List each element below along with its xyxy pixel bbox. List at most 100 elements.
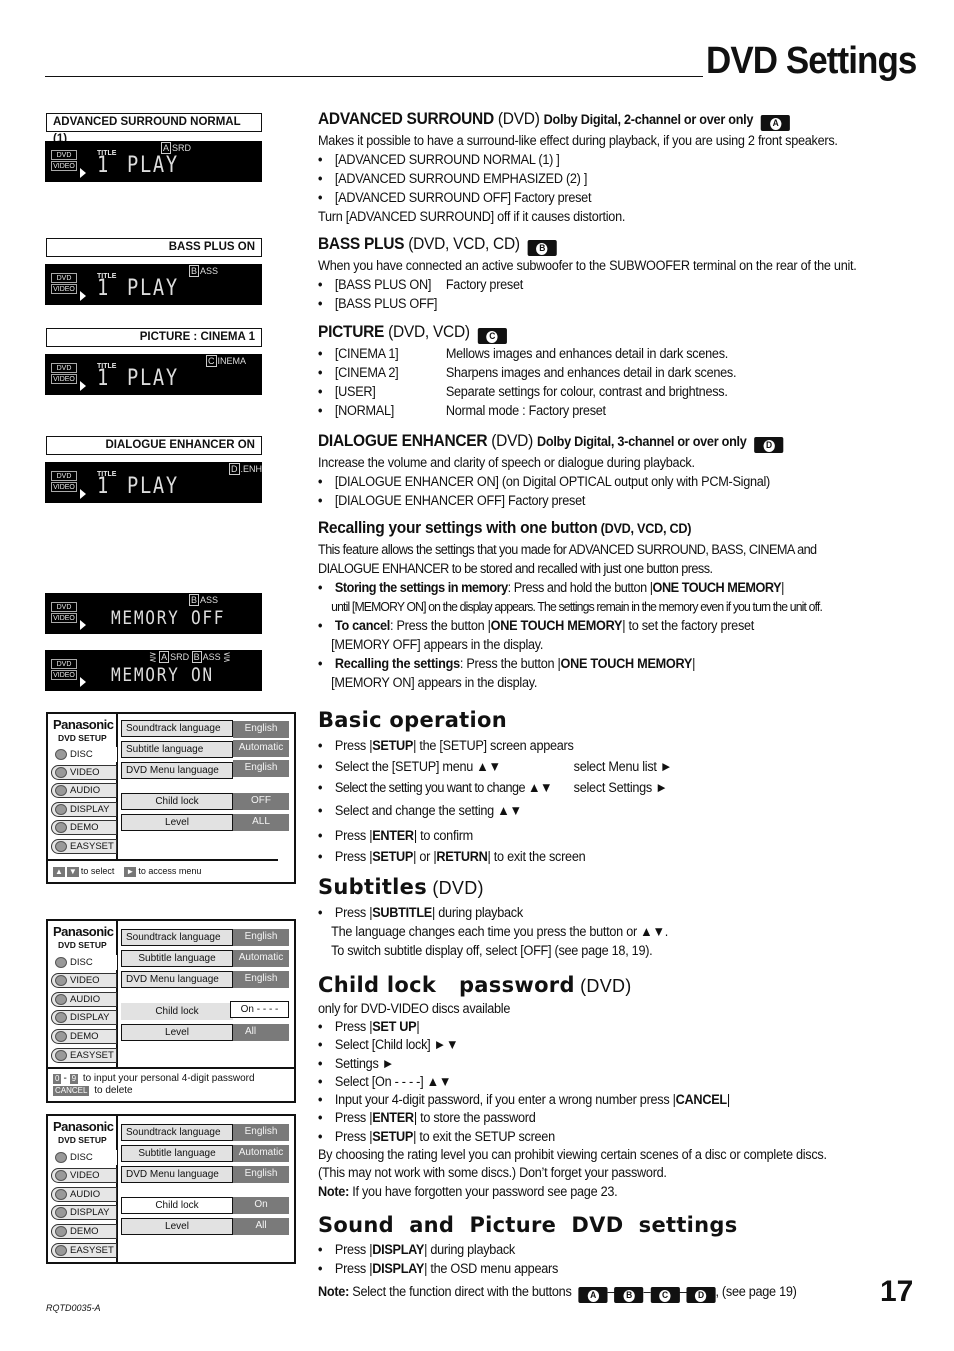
row-level-label[interactable]: Level <box>121 1218 233 1235</box>
heading-subtitles: Subtitles (DVD) <box>318 874 928 901</box>
row-soundtrack-value[interactable]: English <box>233 1124 289 1141</box>
menu-label: DEMO <box>70 1031 99 1042</box>
row-level-label[interactable]: Level <box>121 1024 233 1041</box>
menu-item-display[interactable]: DISPLAY <box>51 1010 117 1025</box>
row-subtitle-label[interactable]: Subtitle language <box>121 950 233 967</box>
row-child-lock-label[interactable]: Child lock <box>121 1003 233 1020</box>
row-level-value[interactable]: All <box>233 1024 289 1041</box>
bass-indicator-text: ASS <box>200 595 219 605</box>
item-button: ONE TOUCH MEMORY <box>560 656 693 671</box>
heading-text: ADVANCED SURROUND <box>318 110 494 128</box>
track-number: 1 <box>97 153 110 178</box>
badge-letter: D <box>695 1290 707 1302</box>
row-subtitle-label[interactable]: Subtitle language <box>121 741 233 758</box>
menu-item-disc[interactable]: DISC <box>51 955 117 970</box>
row-child-lock-value[interactable]: On <box>233 1197 289 1214</box>
menu-item-video[interactable]: VIDEO <box>51 1168 117 1183</box>
menu-item-easyset[interactable]: EASYSET <box>51 839 117 854</box>
section-advanced-surround: ADVANCED SURROUND (DVD) Dolby Digital, 2… <box>318 108 928 226</box>
row-level-label[interactable]: Level <box>121 814 233 831</box>
recall-description-1: This feature allows the settings that yo… <box>318 542 817 557</box>
item-pre: Input your 4-digit password, if you ente… <box>334 1092 676 1108</box>
row-level-value[interactable]: ALL <box>233 814 289 831</box>
button-c-icon: C <box>650 1287 680 1303</box>
badge-letter: A <box>769 118 782 130</box>
menu-item-disc[interactable]: DISC <box>51 1150 117 1165</box>
dvd-video-label: DVD VIDEO <box>51 471 77 493</box>
dvd-video-label: DVD VIDEO <box>51 659 77 681</box>
badge-letter: D <box>763 440 775 452</box>
row-subtitle-value[interactable]: Automatic <box>233 1145 289 1162</box>
child-lock-note: Note: If you have forgotten your passwor… <box>318 1183 891 1201</box>
menu-item-demo[interactable]: DEMO <box>51 820 117 835</box>
row-level-value[interactable]: All <box>233 1218 289 1235</box>
menu-item-easyset[interactable]: EASYSET <box>51 1048 117 1063</box>
menu-item-video[interactable]: VIDEO <box>51 973 117 988</box>
play-text: PLAY <box>127 474 179 499</box>
video-label: VIDEO <box>51 482 77 492</box>
row-child-lock-value[interactable]: OFF <box>233 793 289 810</box>
item-key: ENTER <box>372 828 414 843</box>
item-post: | <box>726 1092 730 1108</box>
heading-sound-picture: Sound and Picture DVD settings <box>318 1213 738 1237</box>
section-bass-plus: BASS PLUS (DVD, VCD, CD) B When you have… <box>318 233 928 313</box>
menu-item-display[interactable]: DISPLAY <box>51 1205 117 1220</box>
row-soundtrack-label[interactable]: Soundtrack language <box>121 720 233 737</box>
row-child-lock-label[interactable]: Child lock <box>121 1197 233 1214</box>
row-soundtrack-value[interactable]: English <box>233 721 289 738</box>
menu-item-disc[interactable]: DISC <box>51 747 117 762</box>
dialogue-indicator-box: D <box>229 463 240 475</box>
row-subtitle-label[interactable]: Subtitle language <box>121 1145 233 1162</box>
heading-scope: (DVD, VCD) <box>384 323 470 341</box>
list-item: Select [Child lock] ►▼ <box>318 1036 891 1055</box>
track-number: 1 <box>97 366 110 391</box>
menu-item-demo[interactable]: DEMO <box>51 1029 117 1044</box>
row-dvd-menu-label[interactable]: DVD Menu language <box>121 762 233 779</box>
item-key: SETUP <box>372 1128 414 1144</box>
row-dvd-menu-value[interactable]: English <box>233 1166 289 1183</box>
row-soundtrack-label[interactable]: Soundtrack language <box>121 929 233 946</box>
menu-item-video[interactable]: VIDEO <box>51 765 117 780</box>
video-icon <box>55 1170 67 1181</box>
item-post: | to confirm <box>413 828 473 843</box>
row-child-lock-label[interactable]: Child lock <box>121 793 233 810</box>
item-pre: Select [Child lock] ►▼ <box>334 1037 459 1053</box>
menu-item-display[interactable]: DISPLAY <box>51 802 117 817</box>
menu-item-audio[interactable]: AUDIO <box>51 1187 117 1202</box>
row-subtitle-value[interactable]: Automatic <box>233 950 289 967</box>
row-child-lock-value[interactable]: On - - - - <box>230 1001 289 1018</box>
item-post: | to store the password <box>413 1110 536 1126</box>
menu-item-easyset[interactable]: EASYSET <box>51 1243 117 1258</box>
cinema-indicator-text: INEMA <box>217 356 247 366</box>
row-subtitle-value[interactable]: Automatic <box>233 740 289 757</box>
row-soundtrack-value[interactable]: English <box>233 929 289 946</box>
row-dvd-menu-value[interactable]: English <box>233 971 289 988</box>
row-dvd-menu-label[interactable]: DVD Menu language <box>121 1166 233 1183</box>
list-item: [ADVANCED SURROUND NORMAL (1) ] <box>318 150 891 169</box>
caption-surround: ADVANCED SURROUND NORMAL (1) <box>46 113 262 145</box>
option-label: [BASS PLUS ON] <box>334 277 432 292</box>
easyset-icon <box>55 841 67 852</box>
footer-hint: ▲ ▼ to select ► to access menu <box>53 865 201 877</box>
menu-item-audio[interactable]: AUDIO <box>51 783 117 798</box>
row-dvd-menu-value[interactable]: English <box>233 760 289 777</box>
list-item: Press |DISPLAY| the OSD menu appears <box>318 1259 891 1278</box>
badge-letter: A <box>587 1290 599 1302</box>
list-item: [DIALOGUE ENHANCER OFF] Factory preset <box>318 491 891 510</box>
track-number: 1 <box>97 276 110 301</box>
lcd-display-dialogue: DVD VIDEO TITLE 1 PLAY D .ENH <box>45 462 262 503</box>
audio-icon <box>55 785 67 796</box>
caption-bass: BASS PLUS ON <box>46 238 262 257</box>
sound-picture-note: Note: Select the function direct with th… <box>318 1282 891 1303</box>
demo-icon <box>55 1226 67 1237</box>
menu-item-audio[interactable]: AUDIO <box>51 992 117 1007</box>
menu-item-demo[interactable]: DEMO <box>51 1224 117 1239</box>
menu-label: DISC <box>70 957 93 968</box>
child-lock-para2: (This may not work with some discs.) Don… <box>318 1165 667 1181</box>
menu-label: DISC <box>70 1152 93 1163</box>
row-dvd-menu-label[interactable]: DVD Menu language <box>121 971 233 988</box>
up-arrow-key-icon: ▲ <box>53 867 65 877</box>
menu-label: DISPLAY <box>70 1012 110 1023</box>
row-soundtrack-label[interactable]: Soundtrack language <box>121 1124 233 1141</box>
heading-text: Child lock password <box>318 973 575 997</box>
